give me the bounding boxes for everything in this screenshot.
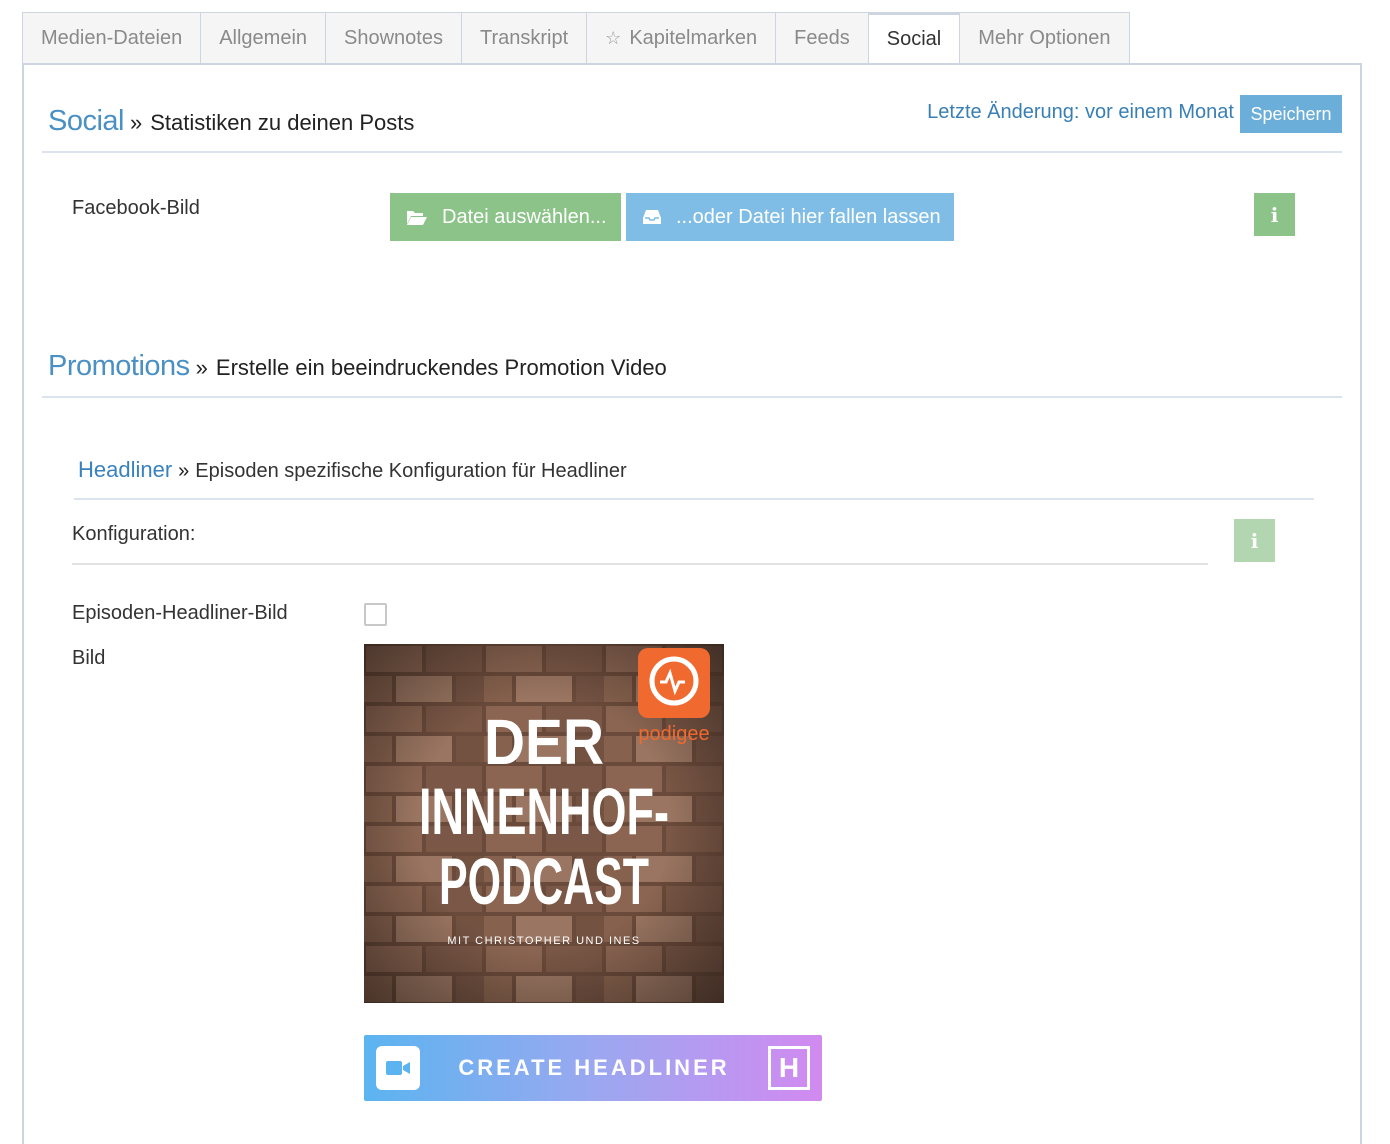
tab-medien-dateien[interactable]: Medien-Dateien <box>22 12 201 64</box>
divider <box>42 151 1342 153</box>
cover-brand: podigee <box>638 723 709 745</box>
last-change-text: Letzte Änderung: vor einem Monat <box>927 101 1234 123</box>
star-icon: ☆ <box>605 27 622 48</box>
choose-file-label: Datei auswählen... <box>442 205 607 228</box>
tab-kapitelmarken[interactable]: ☆ Kapitelmarken <box>586 12 776 64</box>
podigee-logo <box>638 648 710 718</box>
social-title: Social <box>48 105 125 137</box>
tab-shownotes[interactable]: Shownotes <box>325 12 461 64</box>
save-button[interactable]: Speichern <box>1240 95 1342 133</box>
tab-transkript[interactable]: Transkript <box>461 12 587 64</box>
headliner-heading: Headliner » Episoden spezifische Konfigu… <box>78 457 627 483</box>
headliner-logo-icon: H <box>768 1046 810 1090</box>
episode-headliner-image-checkbox[interactable] <box>364 603 387 626</box>
episode-headliner-image-label: Episoden-Headliner-Bild <box>72 602 288 624</box>
divider <box>42 396 1342 398</box>
separator: » <box>178 460 190 482</box>
divider <box>74 498 1314 500</box>
cover-line3: PODCAST <box>439 844 649 918</box>
cover-line1: DER <box>484 706 604 778</box>
tab-social[interactable]: Social <box>867 12 960 65</box>
tab-allgemein[interactable]: Allgemein <box>200 12 326 64</box>
separator: » <box>195 355 208 380</box>
social-heading: Social » Statistiken zu deinen Posts <box>48 105 414 138</box>
info-icon[interactable]: i <box>1234 519 1275 562</box>
drop-file-label: ...oder Datei hier fallen lassen <box>676 205 941 228</box>
social-panel: Social » Statistiken zu deinen Posts Let… <box>22 63 1362 1144</box>
podcast-cover-image: podigee DER INNENHOF- PODCAST MIT CHRIST… <box>364 644 724 1003</box>
choose-file-button[interactable]: Datei auswählen... <box>390 193 621 241</box>
cover-line2: INNENHOF- <box>419 774 669 848</box>
configuration-label: Konfiguration: <box>72 523 196 545</box>
create-headliner-label: CREATE HEADLINER <box>458 1055 730 1080</box>
create-headliner-button[interactable]: CREATE HEADLINER H <box>364 1035 822 1101</box>
tab-feeds[interactable]: Feeds <box>775 12 868 64</box>
divider <box>72 563 1208 565</box>
video-camera-icon <box>376 1046 420 1090</box>
promotions-heading: Promotions » Erstelle ein beeindruckende… <box>48 350 667 383</box>
cover-byline: MIT CHRISTOPHER UND INES <box>447 935 640 947</box>
inbox-icon <box>642 209 662 225</box>
drop-file-button[interactable]: ...oder Datei hier fallen lassen <box>626 193 954 241</box>
social-subtitle: Statistiken zu deinen Posts <box>150 110 415 135</box>
image-label: Bild <box>72 647 106 669</box>
tab-bar: Medien-Dateien Allgemein Shownotes Trans… <box>22 12 1130 65</box>
separator: » <box>130 110 143 135</box>
promotions-title: Promotions <box>48 350 190 382</box>
info-icon[interactable]: i <box>1254 193 1295 236</box>
tab-mehr-optionen[interactable]: Mehr Optionen <box>959 12 1130 64</box>
folder-open-icon <box>406 208 428 226</box>
headliner-title: Headliner <box>78 457 173 482</box>
promotions-subtitle: Erstelle ein beeindruckendes Promotion V… <box>215 355 667 380</box>
headliner-subtitle: Episoden spezifische Konfiguration für H… <box>195 460 627 482</box>
facebook-image-label: Facebook-Bild <box>72 197 200 219</box>
